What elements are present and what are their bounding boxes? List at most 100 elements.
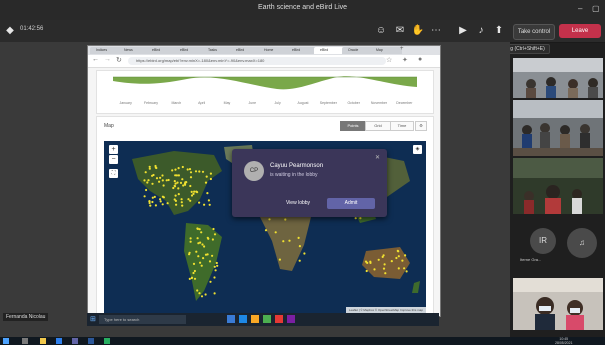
extensions-icon[interactable]: ✦	[402, 56, 408, 64]
presenter-name: Fernanda Nicolau	[3, 313, 49, 321]
points-toggle[interactable]: Points	[340, 121, 366, 131]
taskbar-app-icon[interactable]	[239, 315, 247, 323]
sighting-point	[151, 196, 154, 199]
sighting-point	[175, 174, 178, 177]
new-tab-icon[interactable]: +	[400, 46, 404, 52]
sighting-point	[397, 250, 400, 253]
sighting-point	[173, 184, 176, 187]
participant-avatar[interactable]: IR	[530, 228, 556, 254]
participant-mic-icon: ♫	[579, 238, 585, 247]
sighting-point	[200, 264, 203, 267]
classroom-video	[513, 58, 603, 98]
raise-hand-icon[interactable]: ✋	[410, 23, 426, 39]
take-control-button[interactable]: Take control	[513, 24, 555, 40]
windows-start-icon[interactable]	[3, 338, 9, 344]
taskbar-app-icon[interactable]	[227, 315, 235, 323]
more-options-icon[interactable]: ⋯	[428, 23, 444, 39]
zoom-in-button[interactable]: +	[109, 145, 118, 154]
close-icon[interactable]: ✕	[375, 154, 380, 161]
zoom-out-button[interactable]: −	[109, 155, 118, 164]
time-toggle[interactable]: Time	[390, 121, 414, 131]
taskbar-app-icon[interactable]	[263, 315, 271, 323]
sighting-point	[397, 255, 400, 258]
sighting-point	[198, 228, 201, 231]
reload-icon[interactable]: ↻	[116, 56, 122, 64]
teams-icon[interactable]	[72, 338, 78, 344]
app-icon[interactable]	[104, 338, 110, 344]
taskbar-app-icon[interactable]	[287, 315, 295, 323]
sighting-point	[181, 165, 184, 169]
microphone-icon[interactable]: ♪	[473, 23, 489, 39]
browser-tab[interactable]: Map	[370, 47, 402, 54]
bookmark-icon[interactable]: ☆	[386, 56, 392, 64]
participants-icon[interactable]: ☺	[373, 23, 389, 39]
sighting-point	[189, 240, 192, 243]
sighting-point	[145, 188, 148, 192]
sighting-point	[194, 170, 198, 173]
sighting-point	[177, 174, 180, 177]
self-video-tile[interactable]	[513, 278, 603, 330]
sighting-point	[193, 277, 197, 280]
sighting-point	[209, 177, 212, 181]
sighting-point	[204, 181, 208, 184]
sighting-point	[215, 261, 218, 265]
shield-icon: ◆	[6, 25, 14, 36]
admit-button[interactable]: Admit	[327, 198, 375, 209]
word-icon[interactable]	[88, 338, 94, 344]
view-lobby-button[interactable]: View lobby	[278, 198, 318, 209]
participant-video-tile[interactable]	[513, 58, 603, 98]
sighting-point	[201, 243, 204, 246]
sighting-point	[189, 199, 192, 202]
grid-toggle[interactable]: Grid	[365, 121, 391, 131]
remote-search-box[interactable]: Type here to search	[99, 315, 186, 324]
sighting-point	[197, 242, 200, 245]
sighting-point	[199, 261, 202, 264]
sighting-point	[167, 178, 170, 182]
settings-icon[interactable]: ⚙	[415, 121, 427, 131]
sighting-point	[373, 268, 376, 271]
profile-icon[interactable]: ●	[418, 56, 422, 63]
share-screen-icon[interactable]: ⬆	[491, 23, 507, 39]
sighting-point	[381, 255, 384, 258]
sighting-point	[382, 267, 386, 270]
browser-icon[interactable]	[56, 338, 62, 344]
fullscreen-icon[interactable]: ⛶	[109, 169, 118, 178]
taskbar-app-icon[interactable]	[275, 315, 283, 323]
sighting-point	[188, 168, 192, 171]
url-field[interactable]: https://ebird.org/map/ebi?env.minX=-180&…	[128, 57, 386, 65]
sighting-point	[204, 253, 208, 256]
sighting-point	[172, 186, 175, 190]
maximize-button[interactable]: ▢	[592, 4, 600, 13]
sighting-point	[197, 255, 200, 258]
forward-icon[interactable]: →	[104, 56, 111, 63]
lobby-person-name: Cayuu Pearmonson	[270, 163, 324, 169]
camera-icon[interactable]: ▶	[455, 23, 471, 39]
sighting-point	[397, 267, 400, 270]
sighting-point	[207, 237, 210, 240]
map-title: Map	[104, 123, 114, 129]
participant-video-tile[interactable]	[513, 158, 603, 214]
sighting-point	[161, 203, 164, 206]
sighting-point	[158, 180, 161, 183]
search-icon[interactable]	[22, 338, 28, 344]
sighting-point	[174, 182, 177, 185]
back-icon[interactable]: ←	[92, 56, 99, 63]
sighting-point	[149, 204, 152, 207]
layers-icon[interactable]: ◈	[413, 145, 422, 154]
sighting-point	[209, 280, 212, 283]
sighting-point	[190, 190, 193, 193]
minimize-button[interactable]: –	[578, 4, 582, 13]
chart-month-label: February	[143, 101, 158, 105]
sighting-point	[148, 200, 151, 203]
sighting-point	[207, 199, 210, 202]
sighting-point	[195, 250, 198, 253]
participant-video-tile[interactable]	[513, 100, 603, 156]
sighting-point	[208, 203, 211, 206]
leave-button[interactable]: Leave	[559, 24, 601, 38]
file-explorer-icon[interactable]	[40, 338, 46, 344]
participant-avatar[interactable]: ♫	[567, 228, 597, 258]
taskbar-app-icon[interactable]	[251, 315, 259, 323]
chat-icon[interactable]: ✉	[392, 23, 408, 39]
windows-start-icon[interactable]: ⊞	[90, 315, 96, 323]
sighting-point	[405, 270, 408, 273]
